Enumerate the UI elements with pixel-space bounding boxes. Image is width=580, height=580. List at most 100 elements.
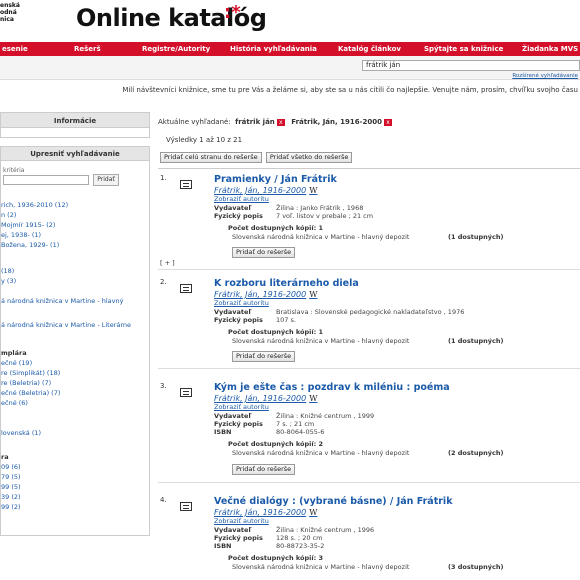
- page-header: enská odná nica Online katalóg :*: [0, 0, 580, 40]
- add-to-research-button[interactable]: Pridať do rešerše: [232, 351, 296, 362]
- book-icon: [180, 284, 192, 293]
- record-author[interactable]: Frátrik, Ján, 1916-2000 W: [214, 394, 317, 403]
- copies-value: 3: [318, 554, 323, 562]
- copies-value: 1: [318, 224, 323, 232]
- record-author[interactable]: Frátrik, Ján, 1916-2000 W: [214, 508, 317, 517]
- record-title[interactable]: Pramienky / Ján Frátrik: [214, 174, 337, 185]
- record-author[interactable]: Frátrik, Ján, 1916-2000 W: [214, 290, 317, 299]
- advanced-search-link[interactable]: Rozšírené vyhľadávanie: [512, 73, 578, 79]
- availability: (1 dostupných): [448, 233, 504, 241]
- record-author-name[interactable]: Frátrik, Ján, 1916-2000: [214, 394, 306, 403]
- record-field: Vydavateľ Bratislava : Slovenské pedagogi…: [214, 308, 464, 316]
- show-authority-link[interactable]: Zobraziť autoritu: [214, 403, 269, 411]
- show-authority-link[interactable]: Zobraziť autoritu: [214, 195, 269, 203]
- facet-copy[interactable]: re (Beletria) (7): [1, 379, 51, 387]
- availability: (3 dostupných): [448, 563, 504, 571]
- book-icon: [180, 180, 192, 189]
- info-box: [0, 128, 150, 138]
- facet-author[interactable]: Mojmír 1915- (2): [1, 221, 55, 229]
- facet-copy[interactable]: ečné (19): [1, 359, 32, 367]
- field-value: 7 s. ; 21 cm: [276, 420, 315, 428]
- record-author[interactable]: Frátrik, Ján, 1916-2000 W: [214, 186, 317, 195]
- remove-term-icon[interactable]: x: [276, 118, 285, 126]
- record-field: Vydavateľ Žilina : Janko Frátrik , 1968: [214, 204, 363, 212]
- facet-type[interactable]: (18): [1, 267, 14, 275]
- facet-location[interactable]: á národná knižnica v Martine - hlavný: [1, 297, 123, 305]
- nav-item-ask-library[interactable]: Spýtajte sa knižnice: [424, 42, 503, 56]
- facet-author[interactable]: rich, 1936-2010 (12): [1, 201, 68, 209]
- record-number: 1.: [160, 174, 167, 182]
- record-author-name[interactable]: Frátrik, Ján, 1916-2000: [214, 186, 306, 195]
- show-authority-link[interactable]: Zobraziť autoritu: [214, 299, 269, 307]
- wikipedia-icon[interactable]: W: [309, 186, 317, 195]
- search-input[interactable]: frátrik ján: [362, 60, 580, 71]
- facet-year[interactable]: 79 (5): [1, 473, 21, 481]
- record-field: ISBN 80-8064-055-6: [214, 428, 324, 436]
- field-label: Vydavateľ: [214, 204, 252, 212]
- facet-year[interactable]: 09 (6): [1, 463, 21, 471]
- facet-author[interactable]: Božena, 1929- (1): [1, 241, 59, 249]
- facet-type[interactable]: y (3): [1, 277, 16, 285]
- current-search: Aktuálne vyhľadané: frátrik ján x Frátrik…: [158, 118, 394, 126]
- wikipedia-icon[interactable]: W: [309, 290, 317, 299]
- wikipedia-icon[interactable]: W: [309, 508, 317, 517]
- logo-line: enská: [0, 2, 20, 9]
- record-author-name[interactable]: Frátrik, Ján, 1916-2000: [214, 508, 306, 517]
- nav-item-registers[interactable]: Registre/Autority: [142, 42, 210, 56]
- record-author-name[interactable]: Frátrik, Ján, 1916-2000: [214, 290, 306, 299]
- star-icon: :*: [224, 2, 241, 23]
- record-number: 4.: [160, 496, 167, 504]
- record-field: Vydavateľ Žilina : Knižné centrum , 1999: [214, 412, 374, 420]
- depot-location: Slovenská národná knižnica v Martine - h…: [232, 563, 410, 571]
- divider: [158, 269, 580, 270]
- facet-author[interactable]: n (2): [1, 211, 16, 219]
- expand-toggle[interactable]: [ + ]: [160, 259, 175, 267]
- facet-copy[interactable]: re (Simplikát) (18): [1, 369, 60, 377]
- logo-line: nica: [0, 16, 14, 23]
- show-authority-link[interactable]: Zobraziť autoritu: [214, 517, 269, 525]
- facet-heading-year: ra: [1, 453, 9, 461]
- remove-term-icon[interactable]: x: [383, 118, 392, 126]
- facet-copy[interactable]: ečné (Beletria) (7): [1, 389, 60, 397]
- facet-year[interactable]: 39 (2): [1, 493, 21, 501]
- copies-count: Počet dostupných kópií: 1: [228, 328, 323, 336]
- facet-author[interactable]: ej, 1938- (1): [1, 231, 41, 239]
- nav-item-history[interactable]: História vyhľadávania: [230, 42, 317, 56]
- nav-item-research[interactable]: Rešerš: [74, 42, 101, 56]
- record-number: 3.: [160, 382, 167, 390]
- wikipedia-icon[interactable]: W: [309, 394, 317, 403]
- record-number: 2.: [160, 278, 167, 286]
- current-term: Frátrik, Ján, 1916-2000: [291, 118, 382, 126]
- record-field: Fyzický popis 107 s.: [214, 316, 296, 324]
- record-title[interactable]: Večné dialógy : (vybrané básne) / Ján Fr…: [214, 496, 453, 507]
- current-search-label: Aktuálne vyhľadané:: [158, 118, 231, 126]
- add-page-button[interactable]: Pridať celú stranu do rešerše: [160, 152, 262, 163]
- library-logo[interactable]: enská odná nica: [0, 2, 40, 36]
- facet-heading-copy: mplára: [1, 349, 27, 357]
- nav-item-articles[interactable]: Katalóg článkov: [338, 42, 401, 56]
- facet-copy[interactable]: ečné (6): [1, 399, 28, 407]
- add-to-research-button[interactable]: Pridať do rešerše: [232, 464, 296, 475]
- refine-input[interactable]: [3, 175, 89, 185]
- record-title[interactable]: K rozboru literárneho diela: [214, 278, 359, 289]
- field-value: 80-8064-055-6: [276, 428, 325, 436]
- facet-year[interactable]: 99 (2): [1, 503, 21, 511]
- nav-item-ill-request[interactable]: Žiadanka MVS: [522, 42, 578, 56]
- field-value: 128 s. ; 20 cm: [276, 534, 323, 542]
- refine-criteria-label: kritéria: [3, 167, 25, 174]
- info-heading[interactable]: Informácie: [0, 112, 150, 128]
- current-term: frátrik ján: [235, 118, 275, 126]
- record-field: Vydavateľ Žilina : Knižné centrum , 1996: [214, 526, 374, 534]
- add-to-research-button[interactable]: Pridať do rešerše: [232, 247, 296, 258]
- record-field: Fyzický popis 7 voľ. listov v prebale ; 2…: [214, 212, 373, 220]
- refine-add-button[interactable]: Pridať: [93, 174, 119, 186]
- availability: (2 dostupných): [448, 449, 504, 457]
- depot-location: Slovenská národná knižnica v Martine - h…: [232, 449, 410, 457]
- add-all-button[interactable]: Pridať všetko do rešerše: [265, 152, 353, 163]
- record-title[interactable]: Kým je ešte čas : pozdrav k miléniu : po…: [214, 382, 450, 393]
- facet-year[interactable]: 99 (5): [1, 483, 21, 491]
- facet-location[interactable]: á národná knižnica v Martine - Literárne: [1, 321, 131, 329]
- facet-language[interactable]: lovenská (1): [1, 429, 41, 437]
- field-label: ISBN: [214, 428, 232, 436]
- nav-item-search[interactable]: esenie: [2, 42, 28, 56]
